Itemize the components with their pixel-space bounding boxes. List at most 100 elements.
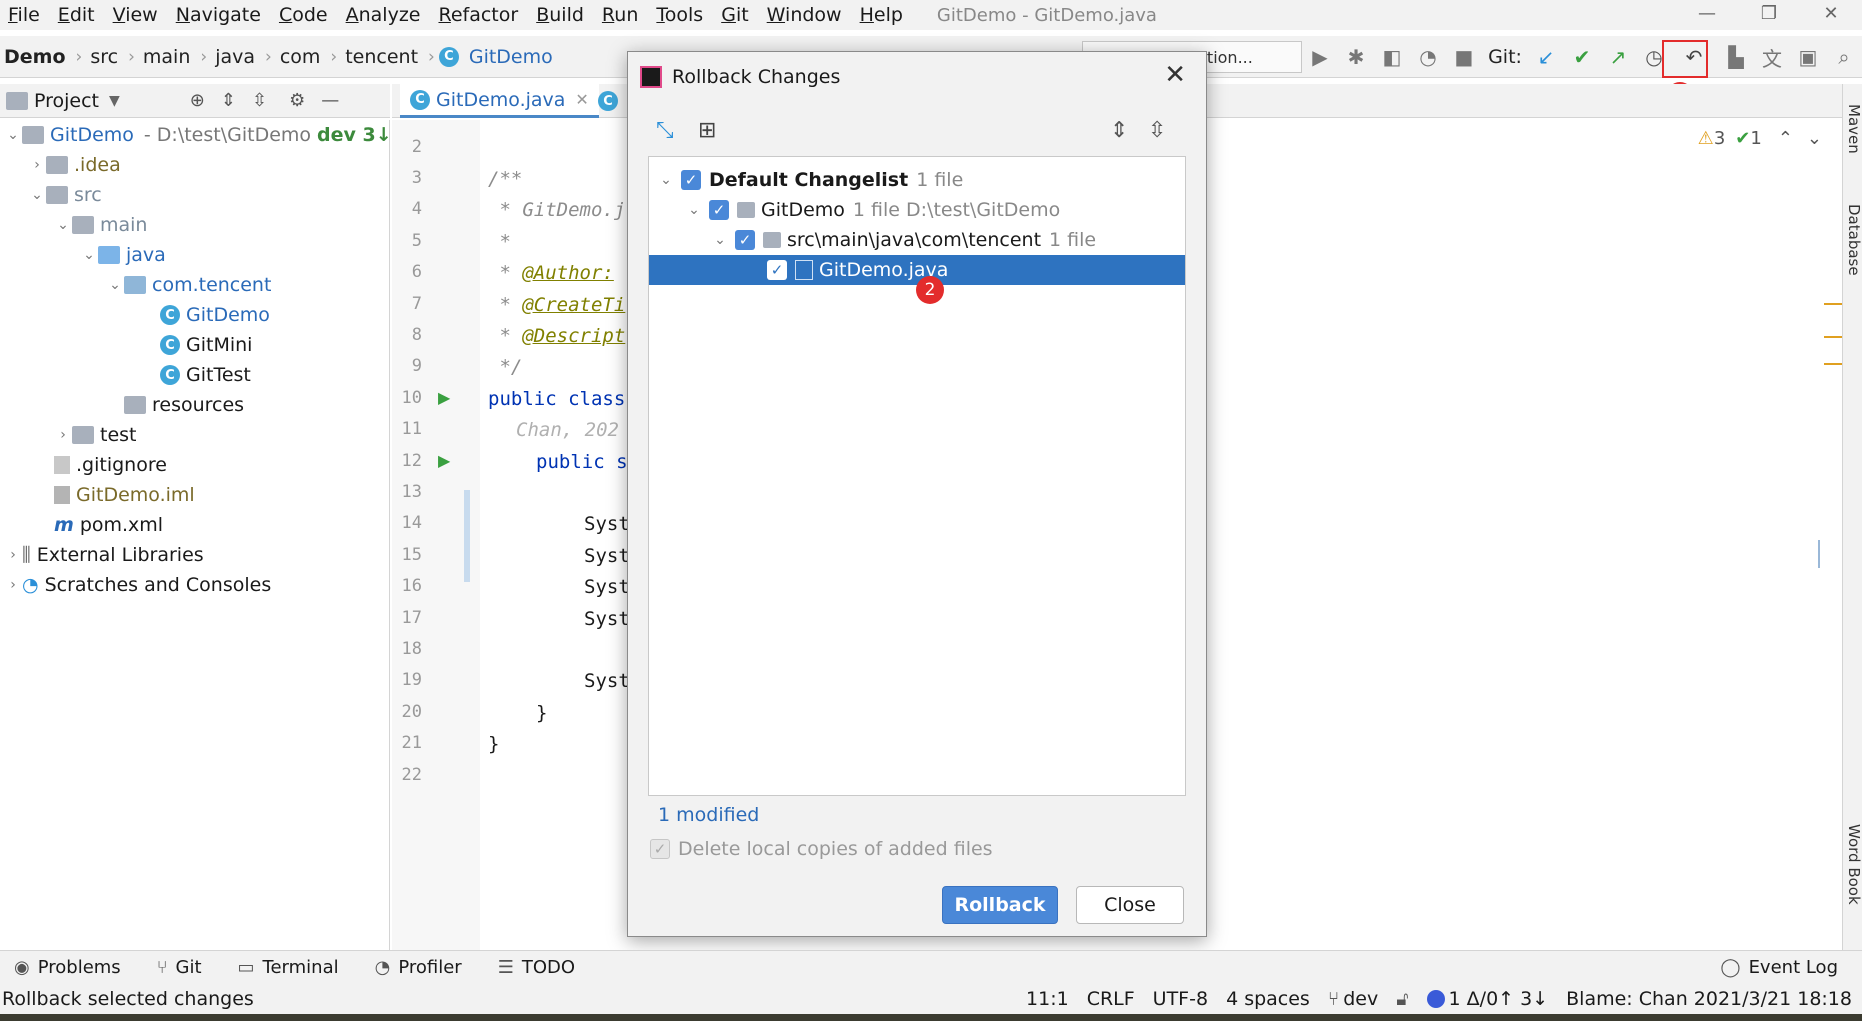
- line-separator[interactable]: CRLF: [1087, 988, 1135, 1010]
- translate-icon[interactable]: 文: [1754, 41, 1790, 73]
- menu-navigate[interactable]: Navigate: [168, 0, 271, 30]
- push-icon[interactable]: ↗: [1600, 41, 1636, 73]
- search-icon[interactable]: ⌕: [1826, 41, 1862, 73]
- menu-view[interactable]: View: [105, 0, 168, 30]
- tree-row-module[interactable]: ⌄ ✓ GitDemo 1 file D:\test\GitDemo: [649, 195, 1185, 225]
- collapse-all-icon[interactable]: ⇳: [252, 90, 267, 111]
- collapse-all-icon[interactable]: ⇳: [1148, 118, 1166, 143]
- git-branch[interactable]: dev: [1343, 988, 1378, 1010]
- modified-summary-link[interactable]: 1 modified: [658, 804, 759, 826]
- tool-maven[interactable]: Maven: [1843, 104, 1862, 154]
- menu-code[interactable]: Code: [271, 0, 338, 30]
- close-icon[interactable]: ✕: [1164, 60, 1186, 90]
- project-panel-title[interactable]: Project: [34, 90, 99, 112]
- tool-git[interactable]: ⑂ Git: [157, 957, 202, 978]
- tool-word-book[interactable]: Word Book: [1843, 824, 1862, 905]
- dropdown-icon[interactable]: ▼: [109, 93, 120, 109]
- menu-edit[interactable]: Edit: [50, 0, 105, 30]
- commit-icon[interactable]: ✔: [1564, 41, 1600, 73]
- menu-git[interactable]: Git: [713, 0, 758, 30]
- close-button[interactable]: Close: [1076, 886, 1184, 924]
- breadcrumb-src[interactable]: src: [86, 46, 124, 68]
- tool-profiler[interactable]: ◔ Profiler: [375, 957, 462, 978]
- tree-node-resources[interactable]: resources: [106, 390, 244, 420]
- menu-file[interactable]: File: [0, 0, 50, 30]
- tree-node-pom[interactable]: m pom.xml: [54, 510, 163, 540]
- cursor-position[interactable]: 11:1: [1026, 988, 1069, 1010]
- delete-local-copies-checkbox[interactable]: ✓: [650, 839, 670, 859]
- restore-button[interactable]: ❐: [1738, 0, 1800, 30]
- tree-node-scratches[interactable]: › ◔ Scratches and Consoles: [4, 570, 271, 600]
- breadcrumb-main[interactable]: main: [139, 46, 196, 68]
- indent-setting[interactable]: 4 spaces: [1226, 988, 1310, 1010]
- update-project-icon[interactable]: ↙: [1528, 41, 1564, 73]
- breadcrumb-class[interactable]: GitDemo: [465, 46, 559, 68]
- tree-node-root[interactable]: ⌄ GitDemo - D:\test\GitDemo dev 3↓ / 1: [4, 120, 425, 150]
- chevron-up-icon[interactable]: ⌃: [1778, 128, 1793, 149]
- coverage-icon[interactable]: ◧: [1374, 41, 1410, 73]
- tool-event-log[interactable]: ◯ Event Log: [1720, 957, 1838, 978]
- tree-node-external-libraries[interactable]: › ⫼ External Libraries: [4, 540, 204, 570]
- tree-row-file[interactable]: ✓ GitDemo.java: [649, 255, 1185, 285]
- tool-todo[interactable]: ☰ TODO: [498, 957, 575, 978]
- debug-icon[interactable]: ✱: [1338, 41, 1374, 73]
- collapse-changes-icon[interactable]: ⤡: [656, 118, 674, 143]
- menu-run[interactable]: Run: [594, 0, 648, 30]
- tree-node-test[interactable]: › test: [54, 420, 136, 450]
- locate-icon[interactable]: ⊕: [190, 90, 205, 111]
- tree-node-iml[interactable]: GitDemo.iml: [54, 480, 195, 510]
- close-window-button[interactable]: ✕: [1800, 0, 1862, 30]
- tree-node-src[interactable]: ⌄ src: [28, 180, 102, 210]
- warning-marker[interactable]: [1824, 303, 1842, 305]
- file-checkbox[interactable]: ✓: [767, 260, 787, 280]
- file-encoding[interactable]: UTF-8: [1153, 988, 1208, 1010]
- tree-node-gitignore[interactable]: .gitignore: [54, 450, 167, 480]
- hide-icon[interactable]: —: [321, 90, 339, 111]
- tool-database[interactable]: Database: [1843, 204, 1862, 276]
- changelist-checkbox[interactable]: ✓: [681, 170, 701, 190]
- run-gutter-icon[interactable]: ▶: [438, 451, 450, 470]
- package-checkbox[interactable]: ✓: [735, 230, 755, 250]
- tool-problems[interactable]: ◉ Problems: [14, 957, 121, 978]
- lock-icon[interactable]: 🔓︎: [1396, 988, 1408, 1010]
- expand-all-icon[interactable]: ⇕: [221, 90, 236, 111]
- module-checkbox[interactable]: ✓: [709, 200, 729, 220]
- breadcrumb-tencent[interactable]: tencent: [341, 46, 424, 68]
- gear-icon[interactable]: ⚙: [289, 90, 305, 111]
- stop-icon[interactable]: ■: [1446, 41, 1482, 73]
- chevron-down-icon[interactable]: ⌄: [1807, 128, 1822, 149]
- tree-row-package[interactable]: ⌄ ✓ src\main\java\com\tencent 1 file: [649, 225, 1185, 255]
- expand-all-icon[interactable]: ⇕: [1110, 118, 1128, 143]
- tree-node-main[interactable]: ⌄ main: [54, 210, 147, 240]
- run-anything-icon[interactable]: ▣: [1790, 41, 1826, 73]
- run-gutter-icon[interactable]: ▶: [438, 388, 450, 407]
- rollback-button[interactable]: Rollback: [942, 886, 1058, 924]
- tree-node-gittest[interactable]: C GitTest: [160, 360, 251, 390]
- tab-gitdemo-java[interactable]: C GitDemo.java ✕: [400, 84, 599, 118]
- change-marker[interactable]: [464, 490, 470, 582]
- tree-node-java[interactable]: ⌄ java: [80, 240, 166, 270]
- commit-status[interactable]: 1 Δ/0↑ 3↓: [1449, 988, 1549, 1010]
- run-icon[interactable]: ▶: [1302, 41, 1338, 73]
- menu-window[interactable]: Window: [759, 0, 852, 30]
- tree-row-changelist[interactable]: ⌄ ✓ Default Changelist 1 file: [649, 165, 1185, 195]
- menu-refactor[interactable]: Refactor: [430, 0, 528, 30]
- menu-analyze[interactable]: Analyze: [338, 0, 431, 30]
- close-icon[interactable]: ✕: [575, 90, 588, 109]
- tree-node-gitmini[interactable]: C GitMini: [160, 330, 252, 360]
- tree-node-idea[interactable]: › .idea: [28, 150, 121, 180]
- tool-terminal[interactable]: ▭ Terminal: [238, 957, 339, 978]
- profile-icon[interactable]: ◔: [1410, 41, 1446, 73]
- blame-info[interactable]: Blame: Chan 2021/3/21 18:18: [1566, 988, 1852, 1010]
- warning-marker[interactable]: [1824, 336, 1842, 338]
- project-structure-icon[interactable]: ▙: [1718, 41, 1754, 73]
- menu-build[interactable]: Build: [528, 0, 594, 30]
- breadcrumb-project[interactable]: Demo: [0, 46, 72, 68]
- tree-node-package[interactable]: ⌄ com.tencent: [106, 270, 271, 300]
- minimize-button[interactable]: —: [1676, 0, 1738, 30]
- warning-marker[interactable]: [1824, 363, 1842, 365]
- breadcrumb-com[interactable]: com: [276, 46, 327, 68]
- inspection-widget[interactable]: ⚠ 3 ✔ 1 ⌃ ⌄: [1698, 128, 1822, 149]
- breadcrumb-java[interactable]: java: [211, 46, 261, 68]
- menu-help[interactable]: Help: [852, 0, 913, 30]
